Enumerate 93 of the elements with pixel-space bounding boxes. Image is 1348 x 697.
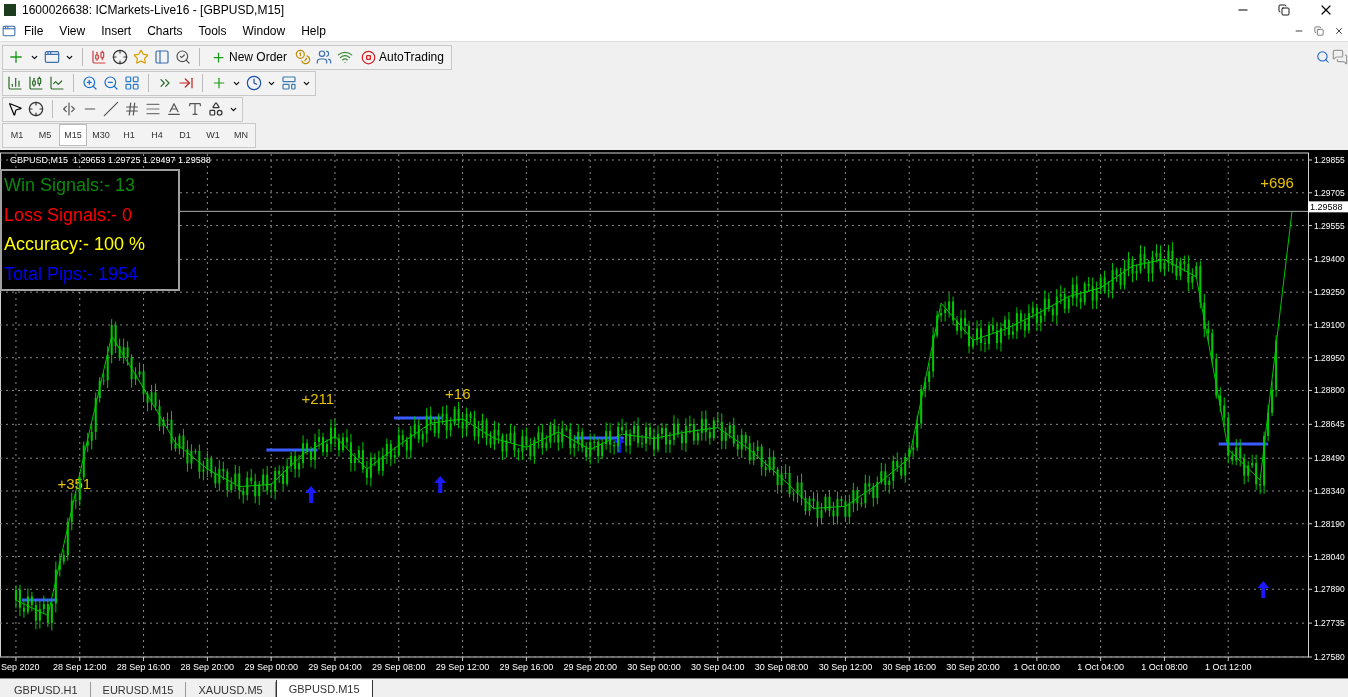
- stop-icon: [361, 49, 376, 65]
- restore-icon[interactable]: [1278, 4, 1290, 16]
- cursor-icon[interactable]: [7, 101, 23, 117]
- channel-icon[interactable]: [145, 101, 161, 117]
- price-axis-label: 1.28040: [1314, 551, 1345, 562]
- search-icon[interactable]: [1316, 50, 1330, 64]
- app-logo-icon: [4, 4, 16, 16]
- price-axis-label: 1.27890: [1314, 584, 1345, 595]
- text-icon[interactable]: [166, 101, 182, 117]
- timeframe-button[interactable]: M15: [59, 124, 87, 146]
- time-axis-label: 29 Sep 08:00: [372, 662, 426, 672]
- time-axis-label: 28 Sep 20:00: [180, 662, 235, 672]
- plus-icon: [211, 49, 226, 65]
- timeframe-button[interactable]: M1: [3, 124, 31, 146]
- time-axis-label: 1 Oct 12:00: [1205, 662, 1252, 672]
- profit-label: +696: [1260, 173, 1294, 191]
- stat-text: Loss Signals:- 0: [4, 204, 134, 226]
- chart-tab[interactable]: GBPUSD.H1: [2, 682, 91, 697]
- menu-item[interactable]: Charts: [139, 23, 191, 38]
- time-axis-label: 1 Oct 04:00: [1077, 662, 1124, 672]
- price-axis-label: 1.29705: [1314, 187, 1345, 198]
- price-axis-label: 1.29855: [1314, 155, 1345, 165]
- zoom-in-icon[interactable]: [82, 75, 98, 91]
- time-axis-label: 30 Sep 20:00: [946, 662, 1000, 672]
- autotrading-button[interactable]: AutoTrading: [358, 46, 447, 68]
- stat-text: Total Pips:- 1954: [4, 263, 140, 285]
- trendline-icon[interactable]: [103, 101, 119, 117]
- vertical-line-icon[interactable]: [61, 101, 77, 117]
- menu-item[interactable]: Window: [234, 23, 294, 38]
- chart-tab[interactable]: GBPUSD.M15: [275, 680, 373, 697]
- stat-text: Accuracy:- 100 %: [4, 234, 147, 256]
- timeframe-button[interactable]: W1: [199, 124, 227, 146]
- time-axis-label: 30 Sep 04:00: [691, 662, 745, 672]
- time-axis-label: 30 Sep 16:00: [882, 662, 936, 672]
- time-axis-label: 29 Sep 00:00: [244, 662, 298, 672]
- coins-icon[interactable]: [295, 49, 311, 65]
- chart-tab[interactable]: XAUUSD.M5: [186, 682, 276, 697]
- price-axis-label: 1.28490: [1314, 453, 1345, 464]
- zoom-out-icon[interactable]: [103, 75, 119, 91]
- timeframe-button[interactable]: M30: [87, 124, 115, 146]
- close-icon[interactable]: [1334, 25, 1344, 36]
- price-axis-label: 1.29100: [1314, 319, 1345, 330]
- price-axis-label: 1.28190: [1314, 518, 1345, 529]
- time-axis-label: 29 Sep 12:00: [435, 662, 490, 672]
- time-axis-label: 28 Sep 12:00: [52, 662, 107, 672]
- timeframe-button[interactable]: M5: [31, 124, 59, 146]
- stat-text: Win Signals:- 13: [4, 175, 137, 197]
- time-axis-label: 30 Sep 12:00: [818, 662, 873, 672]
- candlestick-icon[interactable]: [28, 75, 44, 91]
- current-price: 1.29588: [1310, 202, 1343, 213]
- crosshair-icon[interactable]: [28, 101, 44, 117]
- time-axis-label: 1 Oct 00:00: [1013, 662, 1061, 672]
- signal-icon[interactable]: [337, 49, 353, 65]
- price-axis-label: 1.28950: [1314, 352, 1345, 363]
- price-axis-label: 1.28340: [1314, 485, 1345, 496]
- price-axis-label: 1.27735: [1314, 618, 1345, 629]
- timeframe-button[interactable]: MN: [227, 124, 255, 146]
- tile-windows-icon[interactable]: [124, 75, 140, 91]
- auto-scroll-icon[interactable]: [178, 75, 194, 91]
- time-axis-label: 30 Sep 08:00: [754, 662, 809, 672]
- restore-icon[interactable]: [1314, 25, 1324, 36]
- timeframe-button[interactable]: D1: [171, 124, 199, 146]
- line-chart-icon[interactable]: [49, 75, 65, 91]
- window-title: 1600026638: ICMarkets-Live16 - [GBPUSD,M15]: [22, 3, 286, 17]
- time-axis-label: 28 Sep 16:00: [116, 662, 171, 672]
- new-order-button[interactable]: New Order: [208, 46, 290, 68]
- menu-item[interactable]: File: [16, 23, 52, 38]
- profit-label: +211: [301, 390, 335, 407]
- people-icon[interactable]: [316, 49, 332, 65]
- menu-item[interactable]: Tools: [190, 23, 235, 38]
- chart-header: GBPUSD,M15 1.29653 1.29725 1.29497 1.29588: [10, 155, 211, 165]
- price-axis-label: 1.29555: [1314, 220, 1345, 231]
- profit-label: +16: [445, 385, 471, 403]
- price-axis-label: 1.29400: [1314, 254, 1345, 265]
- menu-item[interactable]: Insert: [93, 23, 140, 38]
- time-axis-label: 29 Sep 04:00: [308, 662, 362, 672]
- time-axis-label: 30 Sep 00:00: [627, 662, 681, 672]
- time-axis-label: 29 Sep 16:00: [499, 662, 554, 672]
- time-axis-label: 1 Oct 08:00: [1141, 662, 1188, 672]
- timeframe-button[interactable]: H1: [115, 124, 143, 146]
- menu-item[interactable]: View: [51, 23, 94, 38]
- price-axis-label: 1.27580: [1314, 652, 1345, 662]
- text-label-icon[interactable]: [187, 101, 203, 117]
- timeframe-button[interactable]: H4: [143, 124, 171, 146]
- time-axis-label: 29 Sep 20:00: [563, 662, 617, 672]
- bar-chart-icon[interactable]: [7, 75, 23, 91]
- chart-tab[interactable]: EURUSD.M15: [90, 682, 187, 697]
- price-axis-label: 1.29250: [1314, 287, 1345, 298]
- time-axis-label: Sep 2020: [1, 662, 40, 672]
- menu-item[interactable]: Help: [293, 23, 334, 38]
- document-icon[interactable]: [2, 23, 16, 38]
- price-axis-label: 1.28645: [1314, 419, 1345, 430]
- price-axis-label: 1.28800: [1314, 385, 1345, 396]
